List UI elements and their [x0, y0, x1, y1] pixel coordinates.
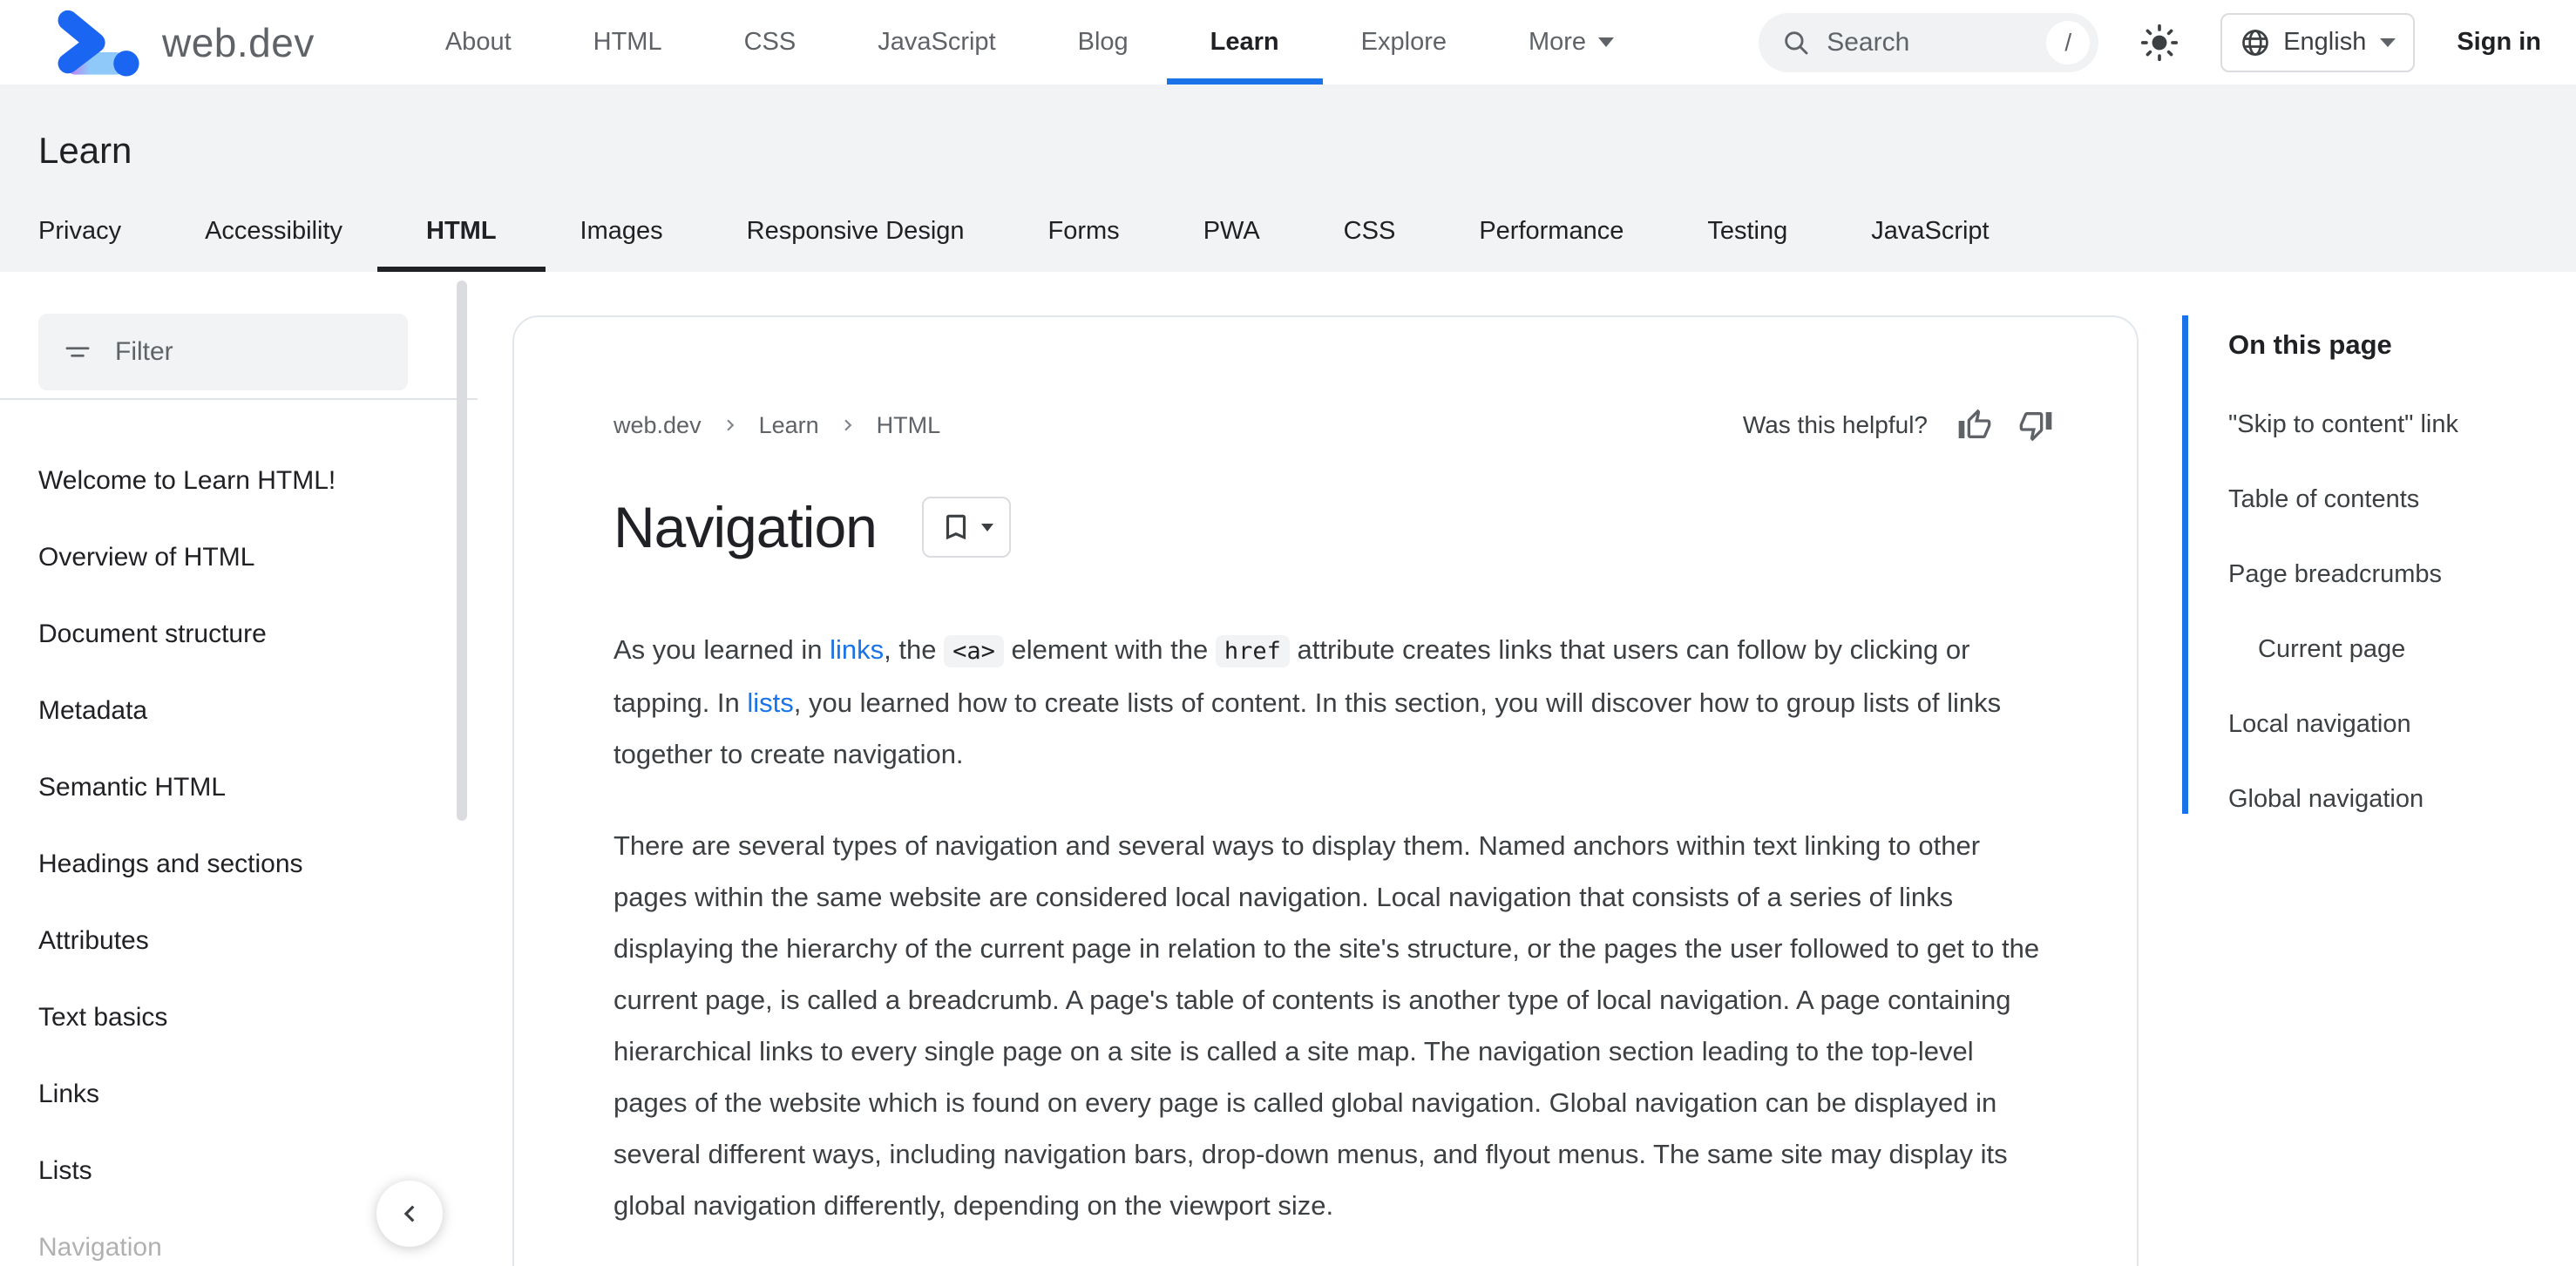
- chevron-right-icon: [719, 414, 742, 437]
- lesson-metadata[interactable]: Metadata: [38, 693, 488, 728]
- tab-responsive-design[interactable]: Responsive Design: [747, 217, 965, 272]
- webdev-logo[interactable]: web.dev: [49, 9, 315, 77]
- tab-css[interactable]: CSS: [1344, 217, 1396, 272]
- top-bar: web.dev About HTML CSS JavaScript Blog L…: [0, 0, 2576, 85]
- filter-box[interactable]: [38, 314, 408, 390]
- breadcrumb: web.dev Learn HTML: [613, 412, 940, 439]
- article-title: Navigation: [613, 495, 878, 559]
- toc-current-page[interactable]: Current page: [2228, 634, 2566, 664]
- lesson-welcome[interactable]: Welcome to Learn HTML!: [38, 463, 488, 498]
- thumbs-down-icon: [2018, 408, 2053, 443]
- chevron-right-icon: [837, 414, 859, 437]
- sidebar-scrollbar[interactable]: [457, 281, 467, 821]
- nav-explore[interactable]: Explore: [1361, 0, 1447, 85]
- body-text: As you learned in: [613, 634, 830, 665]
- tab-images[interactable]: Images: [580, 217, 663, 272]
- thumbs-down-button[interactable]: [2018, 408, 2053, 443]
- inline-link[interactable]: links: [830, 634, 884, 665]
- course-sidebar: Welcome to Learn HTML! Overview of HTML …: [0, 272, 488, 1266]
- nav-more[interactable]: More: [1528, 0, 1615, 85]
- lesson-headings-sections[interactable]: Headings and sections: [38, 846, 488, 882]
- tab-testing[interactable]: Testing: [1707, 217, 1787, 272]
- article-card: web.dev Learn HTML Was this helpful? Nav…: [512, 315, 2139, 1266]
- tab-html[interactable]: HTML: [377, 217, 545, 272]
- article-body: As you learned in links, the <a> element…: [613, 624, 2053, 1266]
- bookmark-icon: [939, 511, 973, 544]
- nav-about[interactable]: About: [445, 0, 512, 85]
- article-title-row: Navigation: [613, 493, 2053, 561]
- on-this-page-list: "Skip to content" link Table of contents…: [2228, 410, 2566, 814]
- tab-javascript[interactable]: JavaScript: [1871, 217, 1989, 272]
- nav-html[interactable]: HTML: [593, 0, 662, 85]
- lesson-document-structure[interactable]: Document structure: [38, 616, 488, 652]
- tab-performance[interactable]: Performance: [1479, 217, 1624, 272]
- inline-link[interactable]: lists: [747, 687, 793, 718]
- chevron-down-icon: [2380, 37, 2396, 47]
- toc-global-navigation[interactable]: Global navigation: [2228, 784, 2566, 814]
- sign-in-button[interactable]: Sign in: [2457, 28, 2541, 57]
- lesson-attributes[interactable]: Attributes: [38, 923, 488, 958]
- bookmark-button[interactable]: [921, 497, 1011, 558]
- feedback-buttons: [1957, 408, 2053, 443]
- article-meta-row: web.dev Learn HTML Was this helpful?: [613, 408, 2053, 443]
- on-this-page-heading: On this page: [2228, 329, 2392, 360]
- search-icon: [1781, 28, 1811, 58]
- feedback-label: Was this helpful?: [1742, 411, 1928, 438]
- language-selector[interactable]: English: [2220, 12, 2416, 72]
- nav-javascript[interactable]: JavaScript: [878, 0, 995, 85]
- breadcrumb-learn[interactable]: Learn: [759, 412, 819, 439]
- inline-code: href: [1215, 635, 1290, 667]
- course-tabs: Privacy Accessibility HTML Images Respon…: [38, 217, 1990, 272]
- toc-skip-to-content[interactable]: "Skip to content" link: [2228, 410, 2566, 439]
- toc-local-navigation[interactable]: Local navigation: [2228, 709, 2566, 739]
- learn-header-band: Learn Privacy Accessibility HTML Images …: [0, 85, 2576, 272]
- light-mode-sun-icon: [2140, 24, 2179, 62]
- lesson-list: Welcome to Learn HTML! Overview of HTML …: [0, 400, 488, 1265]
- chevron-down-icon: [980, 523, 993, 531]
- body-text: There are several types of navigation an…: [613, 830, 2040, 1221]
- body-text: element with the: [1003, 634, 1216, 665]
- language-label: English: [2283, 28, 2367, 56]
- tab-accessibility[interactable]: Accessibility: [205, 217, 342, 272]
- primary-nav: About HTML CSS JavaScript Blog Learn Exp…: [445, 0, 1615, 85]
- lesson-semantic-html[interactable]: Semantic HTML: [38, 769, 488, 805]
- body-text: , the: [884, 634, 945, 665]
- filter-input[interactable]: [115, 337, 383, 367]
- sidebar-collapse-button[interactable]: [376, 1181, 443, 1247]
- breadcrumb-webdev[interactable]: web.dev: [613, 412, 702, 439]
- search-input[interactable]: [1827, 27, 2047, 58]
- paragraph: There are several types of navigation an…: [613, 820, 2053, 1231]
- filter-icon: [63, 337, 92, 367]
- tab-pwa[interactable]: PWA: [1203, 217, 1260, 272]
- lesson-overview[interactable]: Overview of HTML: [38, 539, 488, 575]
- tab-forms[interactable]: Forms: [1048, 217, 1120, 272]
- chevron-left-icon: [393, 1197, 426, 1230]
- breadcrumb-html: HTML: [876, 411, 941, 438]
- feedback-widget: Was this helpful?: [1743, 408, 2053, 443]
- nav-css[interactable]: CSS: [744, 0, 797, 85]
- chevron-down-icon: [1598, 37, 1615, 47]
- search-box[interactable]: /: [1759, 12, 2099, 72]
- page-title: Learn: [38, 130, 132, 171]
- globe-icon: [2240, 27, 2271, 58]
- body-text: , you learned how to create lists of con…: [613, 687, 2002, 769]
- toc-table-of-contents[interactable]: Table of contents: [2228, 484, 2566, 514]
- lesson-links[interactable]: Links: [38, 1076, 488, 1112]
- nav-learn[interactable]: Learn: [1166, 0, 1323, 85]
- theme-toggle-button[interactable]: [2140, 24, 2179, 62]
- toc-page-breadcrumbs[interactable]: Page breadcrumbs: [2228, 559, 2566, 589]
- on-this-page: On this page "Skip to content" link Tabl…: [2182, 315, 2566, 814]
- top-bar-actions: / English: [1759, 12, 2541, 72]
- search-shortcut-badge: /: [2046, 20, 2091, 64]
- inline-code: <a>: [944, 635, 1004, 667]
- tab-privacy[interactable]: Privacy: [38, 217, 121, 272]
- nav-blog[interactable]: Blog: [1078, 0, 1129, 85]
- brand-name: web.dev: [162, 19, 315, 65]
- nav-more-label: More: [1528, 28, 1587, 56]
- thumbs-up-icon: [1957, 408, 1992, 443]
- paragraph: As you learned in links, the <a> element…: [613, 624, 2053, 780]
- thumbs-up-button[interactable]: [1957, 408, 1992, 443]
- lesson-text-basics[interactable]: Text basics: [38, 999, 488, 1035]
- webdev-logo-icon: [49, 9, 145, 77]
